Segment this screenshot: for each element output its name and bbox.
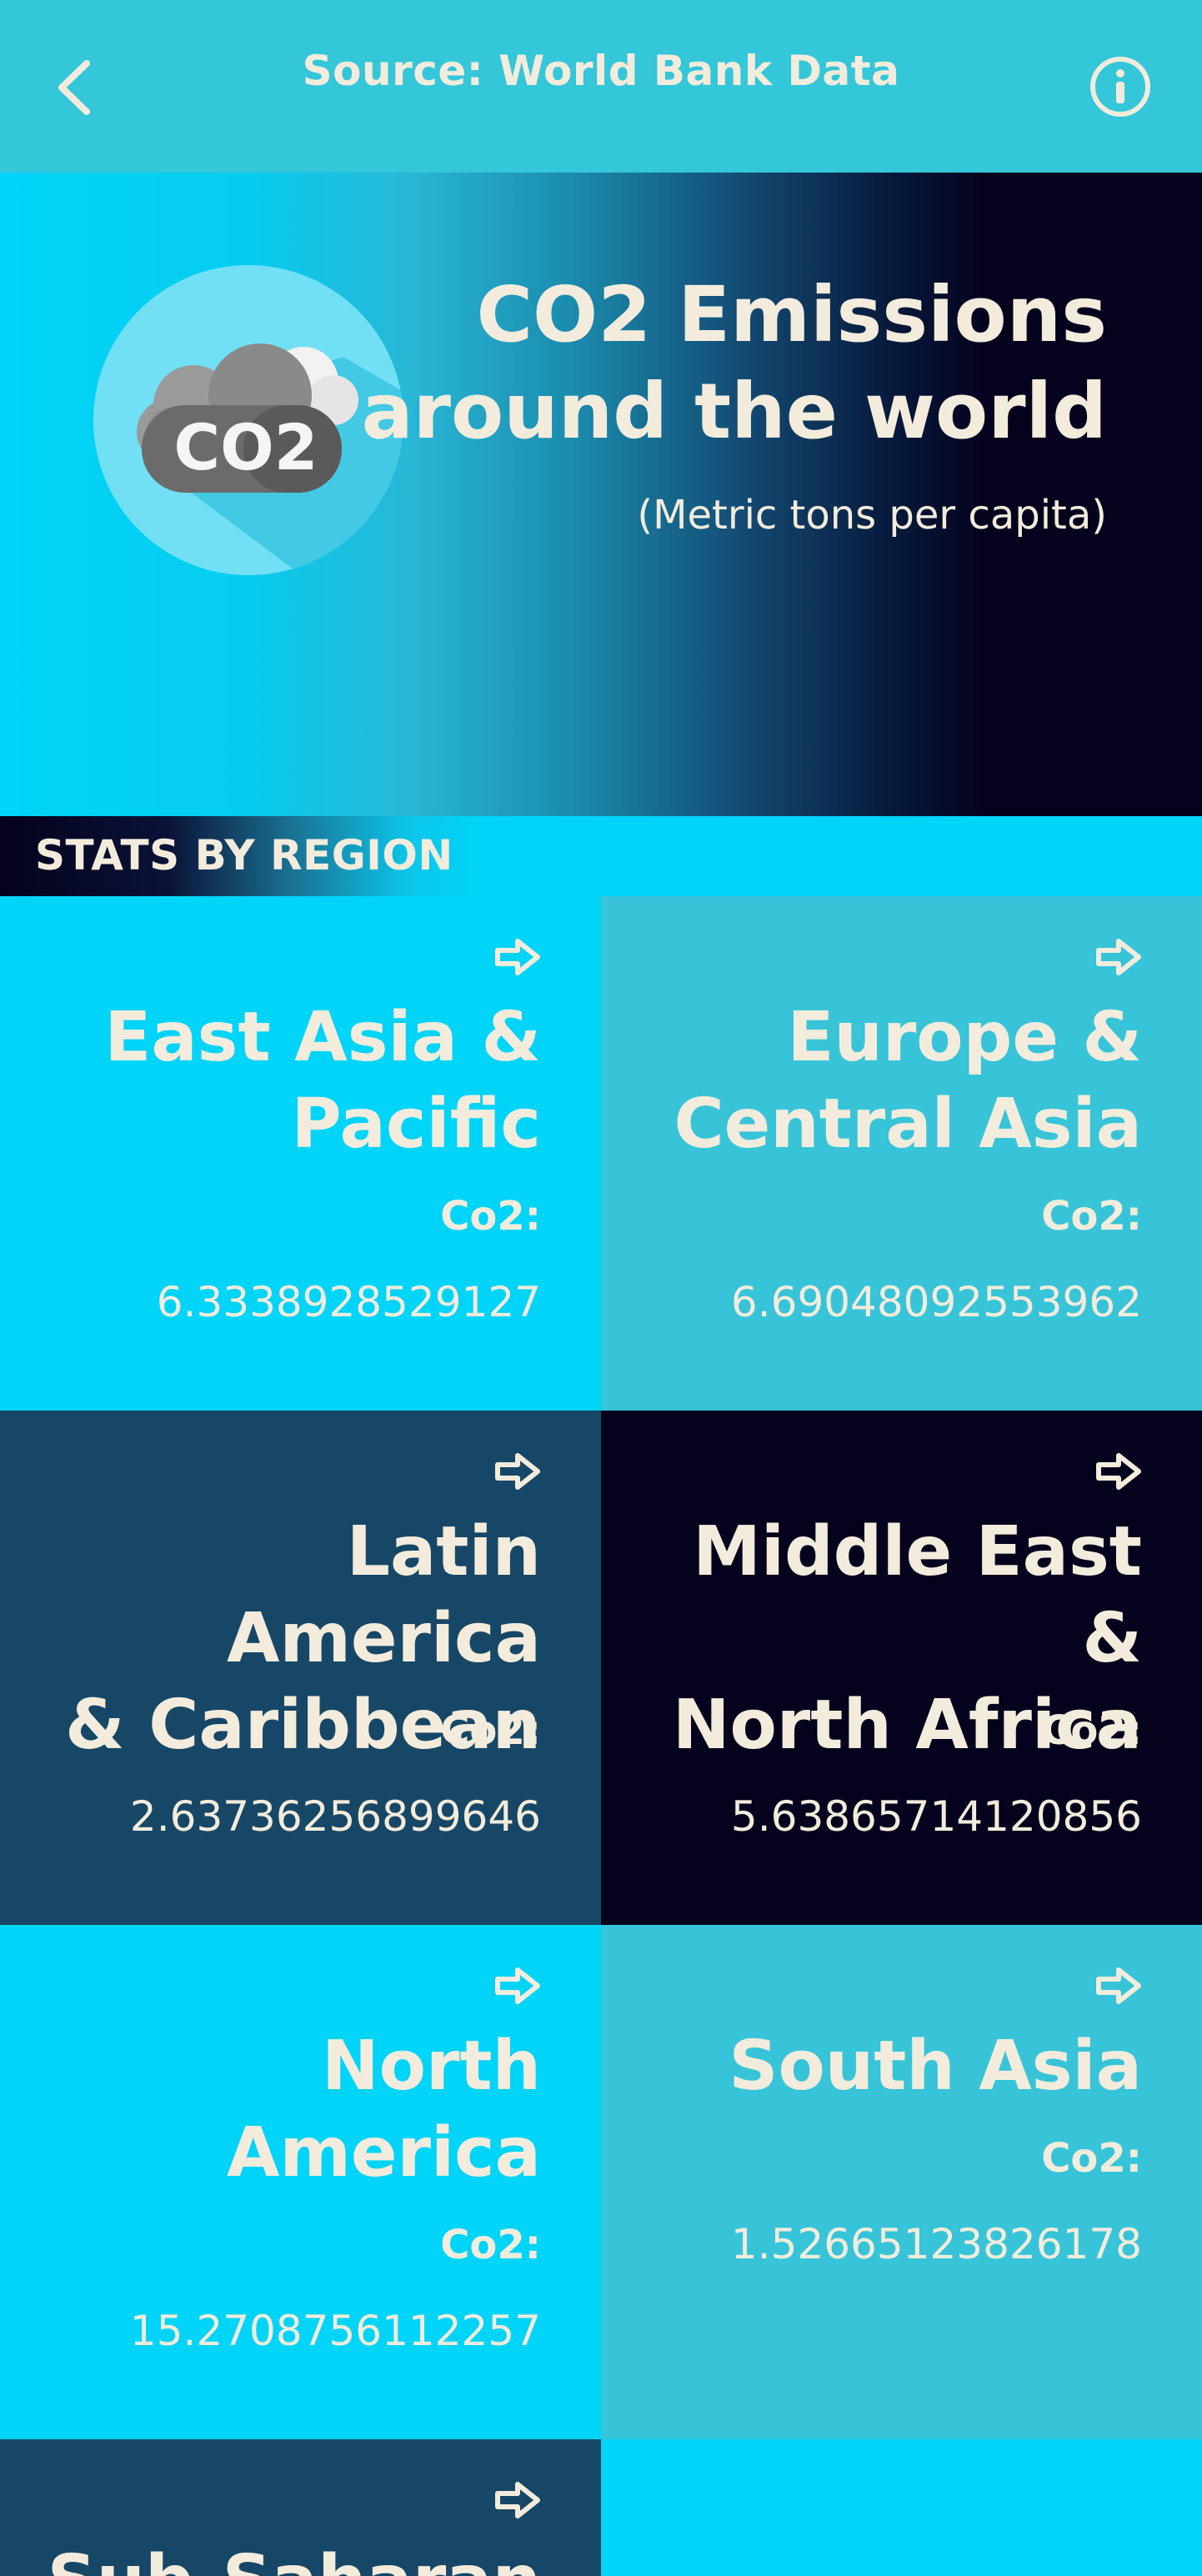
empty-tile — [601, 2439, 1202, 2576]
arrow-right-icon — [495, 1453, 540, 1490]
region-tile-latin-america-caribbean[interactable]: Latin America & Caribbean Co2: 2.63736256… — [0, 1411, 601, 1925]
co2-label: Co2: — [1041, 2135, 1142, 2182]
co2-value: 2.63736256899646 — [129, 1792, 541, 1841]
region-tile-north-america[interactable]: North America Co2: 15.2708756112257 — [0, 1925, 601, 2439]
info-icon[interactable] — [1089, 55, 1152, 118]
co2-label: Co2: — [1041, 1707, 1142, 1754]
region-name: Sub-Saharan — [24, 2538, 541, 2576]
arrow-right-icon — [1096, 1453, 1141, 1490]
region-tile-europe-central-asia[interactable]: Europe & Central Asia Co2: 6.690480925539… — [601, 896, 1202, 1411]
hero-title-line2: around the world — [361, 367, 1107, 456]
section-header: STATS BY REGION — [0, 816, 1202, 896]
co2-value: 5.63865714120856 — [730, 1792, 1142, 1841]
co2-label: Co2: — [440, 1707, 541, 1754]
hero-title: CO2 Emissions around the world — [357, 267, 1107, 460]
hero-title-line1: CO2 Emissions — [476, 270, 1107, 359]
page-title: Source: World Bank Data — [302, 47, 900, 95]
arrow-right-icon — [495, 2482, 540, 2518]
co2-value: 15.2708756112257 — [129, 2307, 541, 2355]
region-tile-sub-saharan-africa[interactable]: Sub-Saharan — [0, 2439, 601, 2576]
arrow-right-icon — [495, 939, 540, 975]
co2-logo-text: CO2 — [173, 410, 318, 484]
co2-label: Co2: — [1041, 1193, 1142, 1240]
region-tile-middle-east-north-africa[interactable]: Middle East & North Africa Co2: 5.6386571… — [601, 1411, 1202, 1925]
arrow-right-icon — [1096, 1967, 1141, 2004]
co2-value: 6.3338928529127 — [156, 1278, 541, 1326]
region-name: Europe & Central Asia — [674, 998, 1142, 1164]
hero-subtitle: (Metric tons per capita) — [637, 492, 1107, 539]
co2-value: 6.69048092553962 — [730, 1278, 1142, 1326]
arrow-right-icon — [1096, 939, 1141, 975]
co2-value: 1.52665123826178 — [730, 2220, 1142, 2268]
co2-label: Co2: — [440, 1193, 541, 1240]
section-title: STATS BY REGION — [35, 831, 453, 880]
region-name: North America — [226, 2027, 541, 2193]
region-tile-south-asia[interactable]: South Asia Co2: 1.52665123826178 — [601, 1925, 1202, 2439]
arrow-right-icon — [495, 1967, 540, 2004]
region-name: South Asia — [729, 2027, 1142, 2106]
co2-label: Co2: — [440, 2222, 541, 2268]
region-tile-east-asia-pacific[interactable]: East Asia & Pacific Co2: 6.3338928529127 — [0, 896, 601, 1411]
region-name: East Asia & Pacific — [104, 998, 541, 1164]
top-app-bar: Source: World Bank Data — [0, 0, 1202, 173]
